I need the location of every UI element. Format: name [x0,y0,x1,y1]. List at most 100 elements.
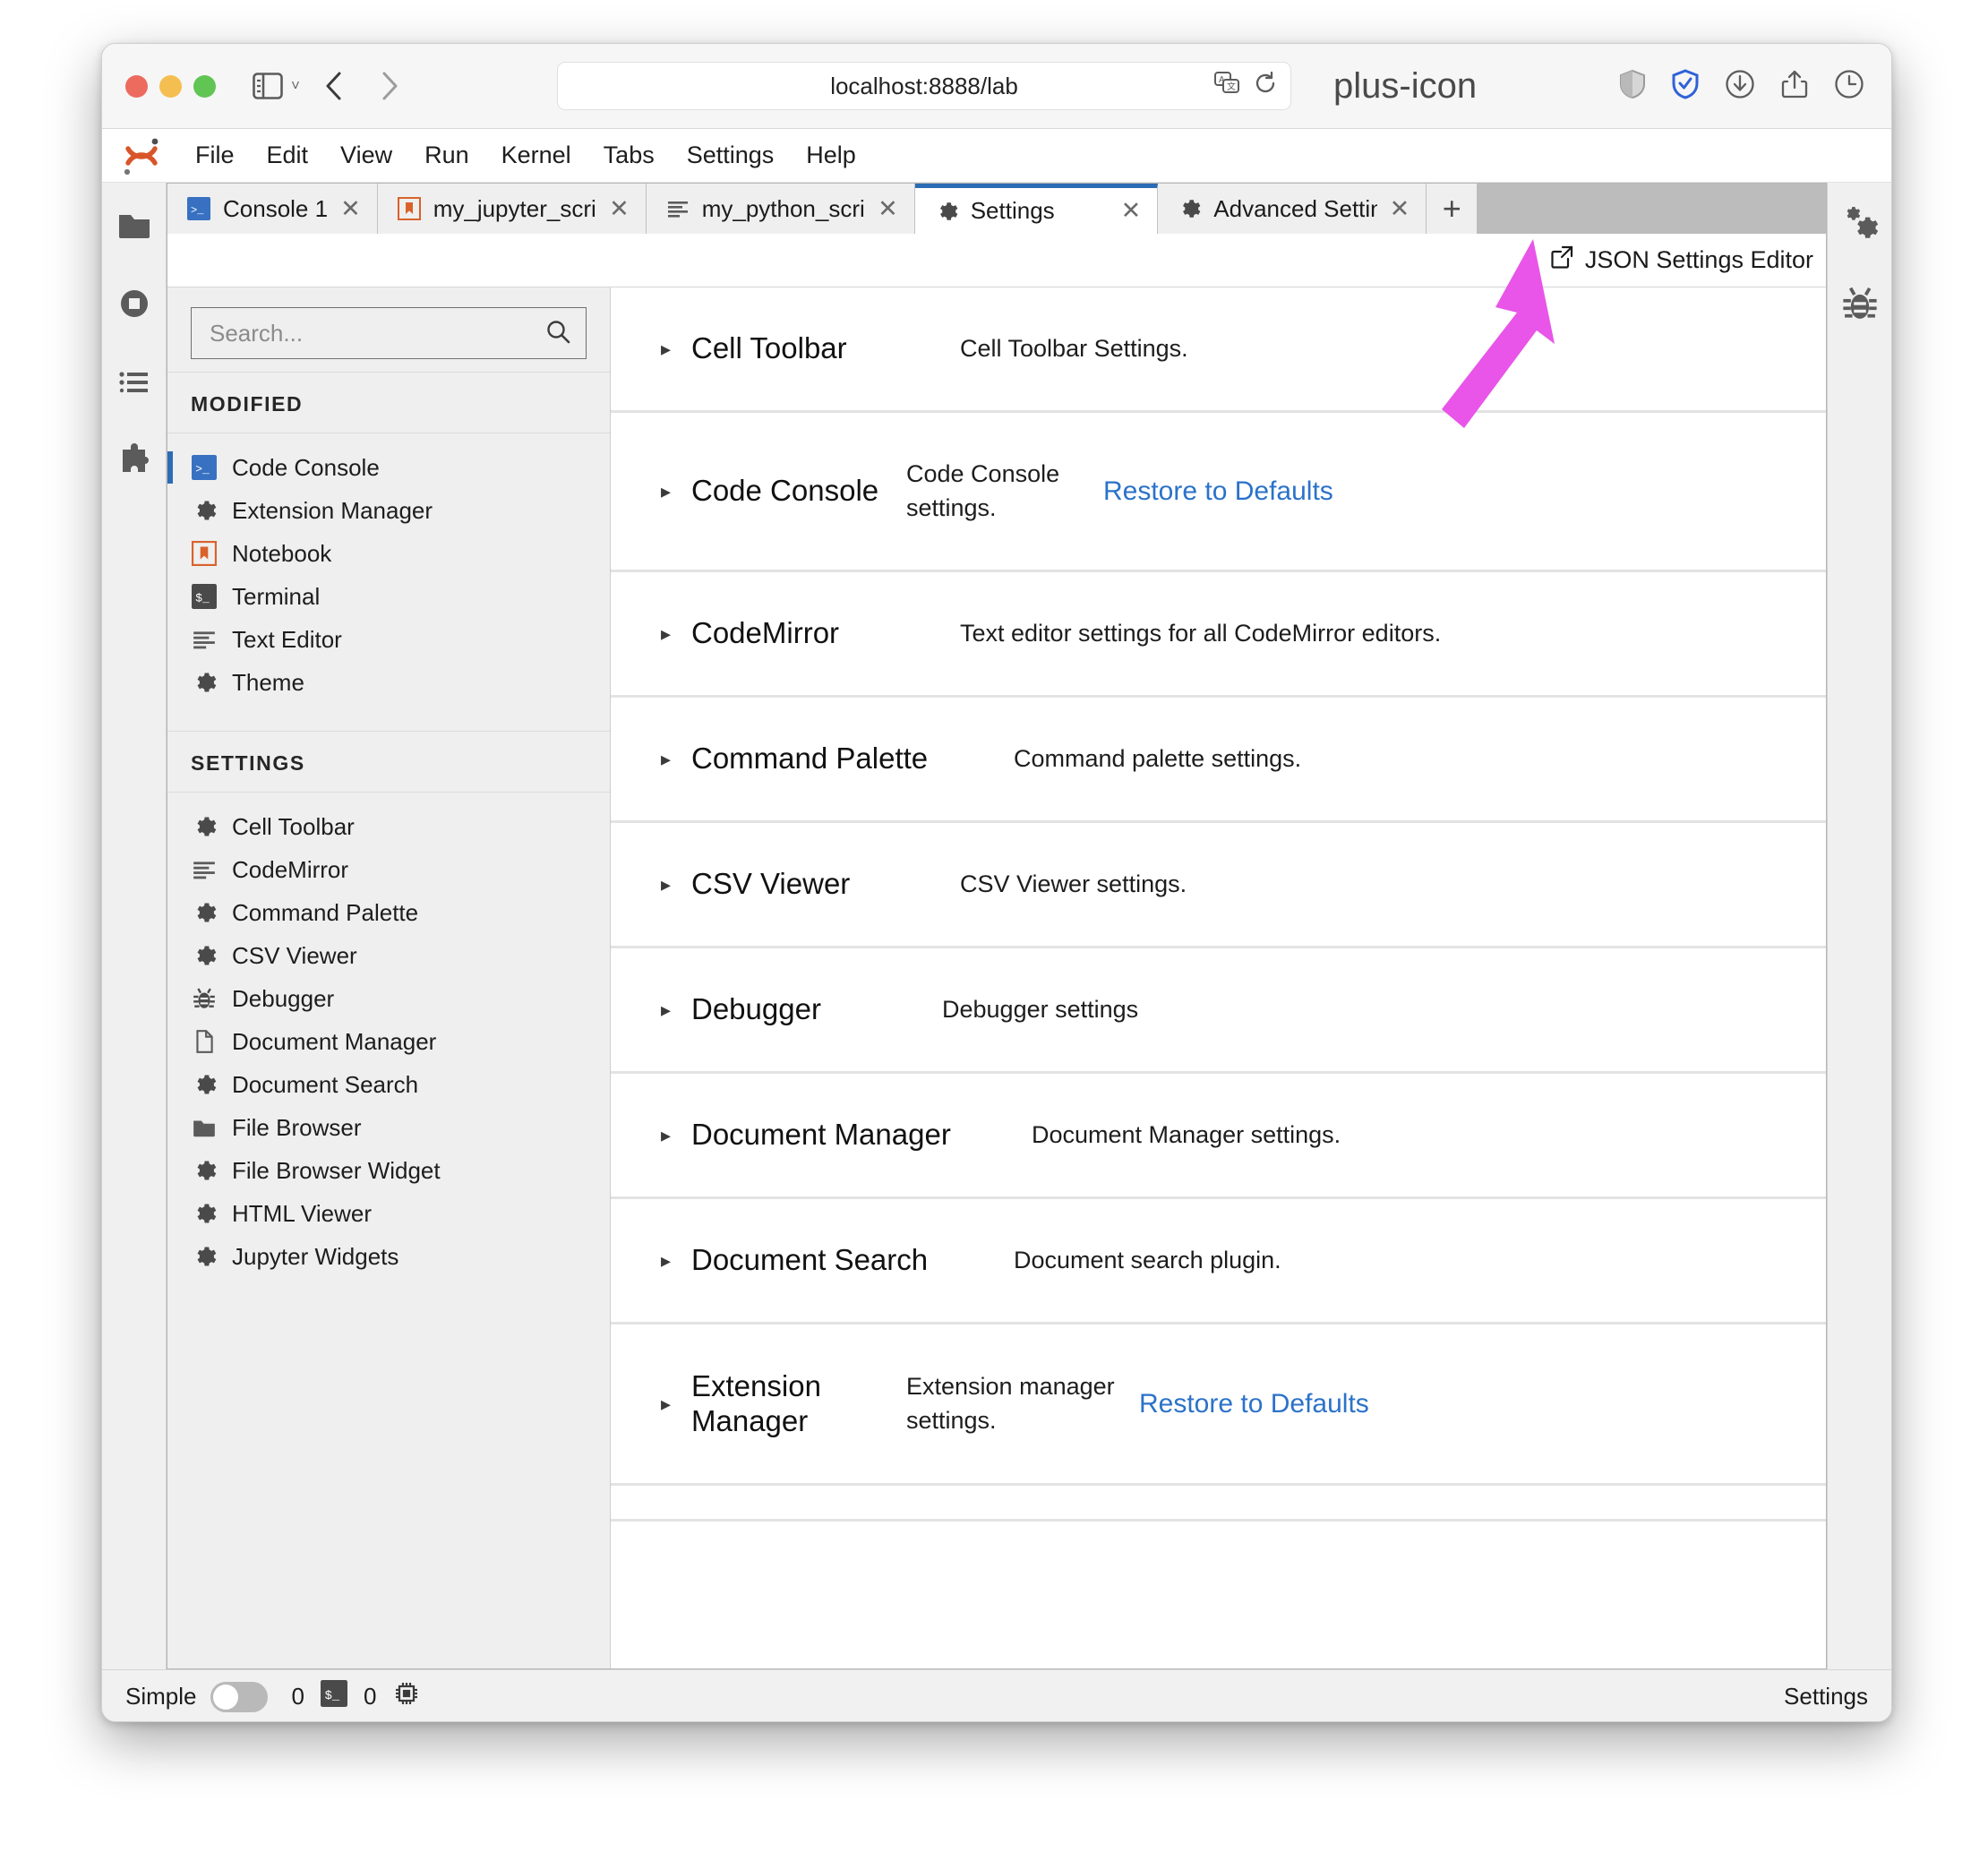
menu-file[interactable]: File [179,136,251,175]
simple-mode-toggle[interactable] [210,1682,268,1712]
sidebar-item-terminal[interactable]: $_ Terminal [167,575,610,618]
property-inspector-icon[interactable] [1839,204,1881,245]
menu-settings[interactable]: Settings [671,136,791,175]
tab-settings[interactable]: Settings ✕ [915,184,1159,234]
menu-kernel[interactable]: Kernel [485,136,587,175]
debugger-icon[interactable] [1839,283,1881,324]
plugin-row-document-manager[interactable]: ▸ Document Manager Document Manager sett… [611,1074,1826,1199]
history-clock-icon[interactable] [1834,69,1864,104]
plugin-row-code-console[interactable]: ▸ Code Console Code Console settings. Re… [611,413,1826,572]
extension-manager-icon[interactable] [114,441,155,482]
tab-console-1[interactable]: >_ Console 1 ✕ [167,184,378,234]
reader-shield-icon[interactable] [1619,69,1646,104]
add-tab-button[interactable]: + [1427,184,1477,234]
sidebar-item-file-browser-widget[interactable]: File Browser Widget [167,1149,610,1192]
running-terminals-icon[interactable] [114,283,155,324]
sidebar-item-document-search[interactable]: Document Search [167,1063,610,1106]
sidebar-item-label: HTML Viewer [232,1200,372,1228]
terminal-count: 0 [364,1683,376,1711]
new-tab-button[interactable]: plus-icon [1333,71,1477,101]
chevron-right-icon[interactable]: ▸ [661,748,691,771]
plugin-row-codemirror[interactable]: ▸ CodeMirror Text editor settings for al… [611,572,1826,698]
sidebar-item-theme[interactable]: Theme [167,661,610,704]
plugin-row-cell-toolbar[interactable]: ▸ Cell Toolbar Cell Toolbar Settings. [611,287,1826,413]
gear-icon [191,899,218,926]
sidebar-item-codemirror[interactable]: CodeMirror [167,848,610,891]
address-bar[interactable]: localhost:8888/lab A文 [557,62,1291,110]
jupyter-menu-bar: File Edit View Run Kernel Tabs Settings … [102,129,1891,183]
restore-defaults-button[interactable]: Restore to Defaults [1139,1389,1417,1419]
plugin-row-csv-viewer[interactable]: ▸ CSV Viewer CSV Viewer settings. [611,823,1826,948]
bug-icon [191,985,218,1012]
translate-icon[interactable]: A文 [1213,71,1240,102]
close-window-button[interactable] [125,75,148,98]
plugin-description: Document search plugin. [1014,1244,1529,1278]
chevron-right-icon[interactable]: ▸ [661,999,691,1022]
plugin-row-debugger[interactable]: ▸ Debugger Debugger settings [611,948,1826,1074]
plugin-row-partial[interactable] [611,1486,1826,1522]
plugin-row-command-palette[interactable]: ▸ Command Palette Command palette settin… [611,698,1826,823]
sidebar-item-cell-toolbar[interactable]: Cell Toolbar [167,805,610,848]
restore-defaults-button[interactable]: Restore to Defaults [1103,476,1381,507]
chevron-right-icon[interactable]: ▸ [661,873,691,896]
close-icon[interactable]: ✕ [1121,197,1142,225]
sidebar-item-command-palette[interactable]: Command Palette [167,891,610,934]
sidebar-item-extension-manager[interactable]: Extension Manager [167,489,610,532]
plugin-row-document-search[interactable]: ▸ Document Search Document search plugin… [611,1199,1826,1325]
back-chevron-icon[interactable] [314,66,354,106]
minimize-window-button[interactable] [159,75,182,98]
sidebar-item-code-console[interactable]: >_ Code Console [167,446,610,489]
chevron-down-icon[interactable]: ˅ [291,77,300,95]
chevron-right-icon[interactable]: ▸ [661,1249,691,1273]
search-box[interactable] [191,307,587,359]
menu-tabs[interactable]: Tabs [587,136,671,175]
sidebar-item-csv-viewer[interactable]: CSV Viewer [167,934,610,977]
plugin-name: CSV Viewer [691,867,960,902]
sidebar-toggle-icon[interactable] [248,66,287,106]
download-icon[interactable] [1725,69,1755,104]
table-of-contents-icon[interactable] [114,362,155,403]
sidebar-item-text-editor[interactable]: Text Editor [167,618,610,661]
tab-label: Advanced Setting [1213,195,1376,223]
tab-advanced-settings[interactable]: Advanced Setting ✕ [1158,184,1427,234]
kernel-status[interactable]: 0 $_ 0 [291,1679,421,1714]
sidebar-item-file-browser[interactable]: File Browser [167,1106,610,1149]
svg-text:$_: $_ [325,1689,340,1703]
json-settings-editor-button[interactable]: JSON Settings Editor [1549,244,1813,276]
chevron-right-icon[interactable]: ▸ [661,338,691,361]
tab-my-python-script[interactable]: my_python_scrip ✕ [647,184,915,234]
privacy-shield-icon[interactable] [1671,69,1700,104]
gear-icon [935,200,958,223]
close-icon[interactable]: ✕ [1390,195,1410,223]
menu-run[interactable]: Run [408,136,485,175]
share-icon[interactable] [1780,69,1809,104]
chevron-right-icon[interactable]: ▸ [661,480,691,503]
maximize-window-button[interactable] [193,75,216,98]
chevron-right-icon[interactable]: ▸ [661,622,691,646]
sidebar-item-document-manager[interactable]: Document Manager [167,1020,610,1063]
reload-icon[interactable] [1253,71,1278,102]
menu-help[interactable]: Help [790,136,872,175]
plugin-row-extension-manager[interactable]: ▸ Extension Manager Extension manager se… [611,1325,1826,1486]
cpu-chip-icon[interactable] [392,1679,421,1714]
sidebar-item-debugger[interactable]: Debugger [167,977,610,1020]
menu-edit[interactable]: Edit [251,136,325,175]
chevron-right-icon[interactable]: ▸ [661,1124,691,1147]
close-icon[interactable]: ✕ [340,195,361,223]
close-icon[interactable]: ✕ [878,195,898,223]
search-icon[interactable] [544,318,571,349]
sidebar-item-label: CSV Viewer [232,942,357,970]
gear-icon [191,1071,218,1098]
status-right-label[interactable]: Settings [1784,1683,1868,1711]
terminal-icon: $_ [321,1680,347,1713]
tab-my-jupyter-script[interactable]: my_jupyter_scrip ✕ [378,184,647,234]
close-icon[interactable]: ✕ [609,195,630,223]
chevron-right-icon[interactable]: ▸ [661,1393,691,1416]
menu-view[interactable]: View [324,136,408,175]
sidebar-item-html-viewer[interactable]: HTML Viewer [167,1192,610,1235]
file-browser-icon[interactable] [114,204,155,245]
sidebar-item-notebook[interactable]: Notebook [167,532,610,575]
sidebar-item-jupyter-widgets[interactable]: Jupyter Widgets [167,1235,610,1278]
search-input[interactable] [210,320,544,347]
forward-chevron-icon[interactable] [370,66,409,106]
